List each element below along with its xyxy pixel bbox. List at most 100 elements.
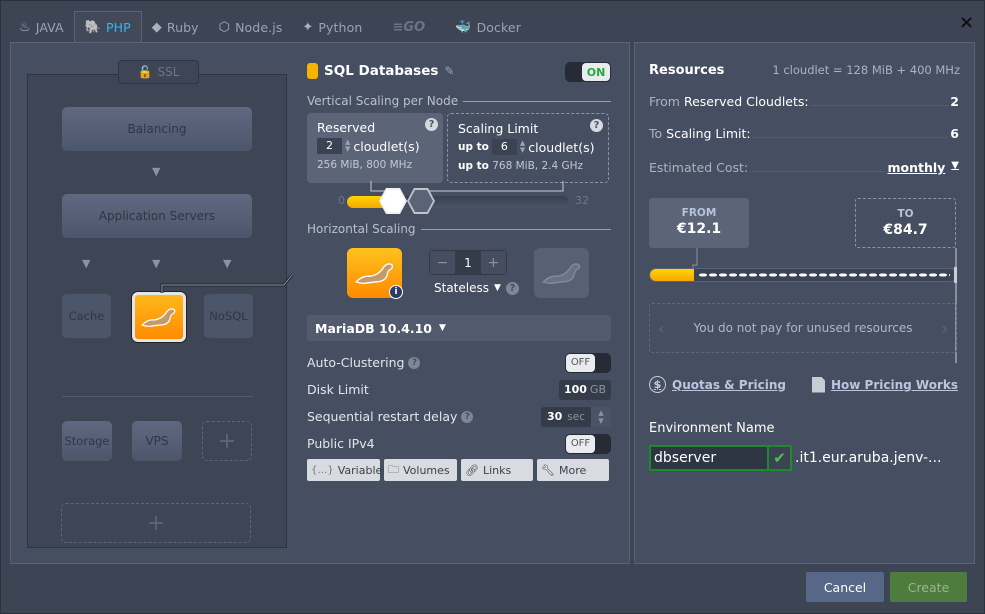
- horizontal-scaling: i − 1 + Stateless ▼ ?: [307, 243, 611, 321]
- estimated-cost-row: Estimated Cost: monthly ▼: [649, 160, 959, 175]
- limit-cloudlets-input[interactable]: 6: [491, 139, 517, 155]
- disk-limit-input[interactable]: 100 GB: [558, 379, 611, 400]
- delay-spinner[interactable]: ▲ ▼: [591, 406, 611, 427]
- close-icon[interactable]: ×: [959, 13, 974, 33]
- resources-header: Resources 1 cloudlet = 128 MiB + 400 MHz: [649, 63, 960, 78]
- estimated-cost-label: Estimated Cost:: [649, 160, 749, 175]
- limit-handle[interactable]: [407, 188, 435, 214]
- link-icon: 🔗︎: [465, 463, 479, 477]
- cost-from-box: FROM €12.1: [649, 198, 749, 248]
- quotas-pricing-link[interactable]: $ Quotas & Pricing: [649, 376, 786, 393]
- scaling-mode-value: Stateless: [434, 281, 489, 295]
- ssl-toggle[interactable]: 🔓 SSL: [118, 60, 199, 84]
- vps-label: VPS: [145, 434, 169, 448]
- app-servers-layer[interactable]: Application Servers: [62, 194, 252, 238]
- tab-go[interactable]: ≡GO: [372, 11, 445, 43]
- node-title: SQL Databases: [324, 63, 439, 79]
- env-name-label: Environment Name: [649, 421, 775, 436]
- tab-php[interactable]: 🐘 PHP: [73, 11, 142, 43]
- help-icon[interactable]: ?: [425, 118, 438, 131]
- add-node-button[interactable]: +: [202, 421, 252, 461]
- public-ipv4-label: Public IPv4: [307, 436, 375, 451]
- help-icon[interactable]: ?: [461, 410, 474, 423]
- how-pricing-works-link[interactable]: How Pricing Works: [811, 376, 958, 393]
- connector-line: [160, 274, 294, 293]
- slider-min: 0: [338, 194, 345, 207]
- go-icon: ≡GO: [392, 19, 426, 35]
- tab-ruby[interactable]: ◆ Ruby: [142, 11, 209, 43]
- reserved-spinner[interactable]: ▲ ▼: [345, 139, 350, 153]
- cloudlet-slider[interactable]: 0 32: [307, 183, 611, 217]
- cancel-button[interactable]: Cancel: [806, 572, 884, 602]
- slider-max: 32: [575, 194, 589, 207]
- to-label: TO: [897, 208, 914, 220]
- toggle-state: ON: [582, 63, 610, 81]
- nodejs-icon: ⬡: [218, 19, 231, 35]
- mariadb-ghost-node: [534, 248, 589, 298]
- braces-icon: {…}: [311, 464, 334, 476]
- links-button[interactable]: 🔗︎ Links: [461, 459, 533, 481]
- python-icon: ✦: [302, 19, 314, 35]
- nosql-label: NoSQL: [209, 309, 248, 323]
- cost-to-box: TO €84.7: [855, 198, 956, 248]
- docker-icon: 🐳: [455, 19, 472, 35]
- public-ipv4-row: Public IPv4 OFF: [307, 430, 611, 457]
- tab-nodejs[interactable]: ⬡ Node.js: [209, 11, 293, 43]
- limit-spinner[interactable]: ▲ ▼: [520, 140, 525, 154]
- public-ipv4-toggle[interactable]: OFF: [565, 433, 611, 454]
- add-layer-button[interactable]: +: [61, 503, 251, 543]
- auto-clustering-toggle[interactable]: OFF: [565, 352, 611, 373]
- cost-bar-dots: [698, 273, 950, 277]
- decrement-button[interactable]: −: [430, 251, 456, 274]
- reserved-cloudlets-input[interactable]: 2: [317, 138, 342, 154]
- create-button[interactable]: Create: [890, 572, 967, 602]
- increment-button[interactable]: +: [480, 251, 506, 274]
- topology-wizard: Balancing ▼ Application Servers ▼ ▼ ▼ Ca…: [27, 74, 294, 548]
- balancing-label: Balancing: [127, 122, 187, 136]
- tab-label: Python: [318, 19, 363, 35]
- volumes-button[interactable]: 🗀 Volumes: [384, 459, 457, 481]
- caret-down-icon: ▼: [951, 160, 959, 171]
- caret-down-icon: ▼: [439, 323, 446, 333]
- folder-icon: 🗀: [388, 462, 399, 476]
- reserved-title: Reserved: [317, 120, 376, 135]
- document-icon: [811, 376, 825, 393]
- vps-node[interactable]: VPS: [132, 421, 182, 461]
- scaling-limit-row: To Scaling Limit: 6: [649, 126, 959, 141]
- plus-icon: +: [146, 510, 166, 536]
- help-icon[interactable]: ?: [590, 119, 603, 132]
- auto-clustering-label: Auto-Clustering: [307, 355, 405, 370]
- cost-period-dropdown[interactable]: monthly ▼: [887, 160, 959, 175]
- cloudlet-info: 1 cloudlet = 128 MiB + 400 MHz: [772, 63, 960, 77]
- restart-delay-input[interactable]: 30 sec ▲ ▼: [540, 406, 611, 427]
- reserved-handle[interactable]: [379, 188, 407, 214]
- php-icon: 🐘: [84, 20, 101, 35]
- edit-pencil-icon[interactable]: ✎: [444, 64, 454, 78]
- wrench-icon: 🔧︎: [541, 463, 555, 477]
- tab-java[interactable]: ♨ JAVA: [9, 11, 74, 43]
- node-count-value[interactable]: 1: [455, 251, 481, 274]
- limit-unit: cloudlet(s): [528, 139, 595, 155]
- balancing-layer[interactable]: Balancing: [62, 107, 252, 151]
- storage-node[interactable]: Storage: [62, 421, 112, 461]
- node-enabled-toggle[interactable]: ON: [565, 62, 611, 82]
- from-cost: €12.1: [676, 221, 722, 237]
- tab-label: JAVA: [35, 19, 64, 35]
- node-count-stepper[interactable]: − 1 +: [429, 250, 507, 275]
- tab-python[interactable]: ✦ Python: [292, 11, 372, 43]
- chevron-right-icon[interactable]: ›: [942, 319, 948, 338]
- help-icon[interactable]: ?: [505, 281, 519, 295]
- tab-docker[interactable]: 🐳 Docker: [445, 11, 531, 43]
- help-icon[interactable]: ?: [408, 356, 421, 369]
- variables-button[interactable]: {…} Variables: [307, 459, 388, 481]
- resources-panel: Resources 1 cloudlet = 128 MiB + 400 MHz…: [634, 42, 975, 564]
- horizontal-scaling-label: Horizontal Scaling: [307, 221, 611, 237]
- reserved-unit: cloudlet(s): [353, 138, 420, 154]
- cost-range-bar: [649, 267, 957, 283]
- chevron-left-icon[interactable]: ‹: [658, 319, 664, 338]
- cache-node[interactable]: Cache: [62, 294, 111, 338]
- scaling-mode-dropdown[interactable]: Stateless ▼ ?: [434, 281, 519, 295]
- env-name-input[interactable]: [651, 447, 769, 469]
- info-icon[interactable]: i: [389, 285, 403, 299]
- more-button[interactable]: 🔧︎ More: [537, 459, 609, 481]
